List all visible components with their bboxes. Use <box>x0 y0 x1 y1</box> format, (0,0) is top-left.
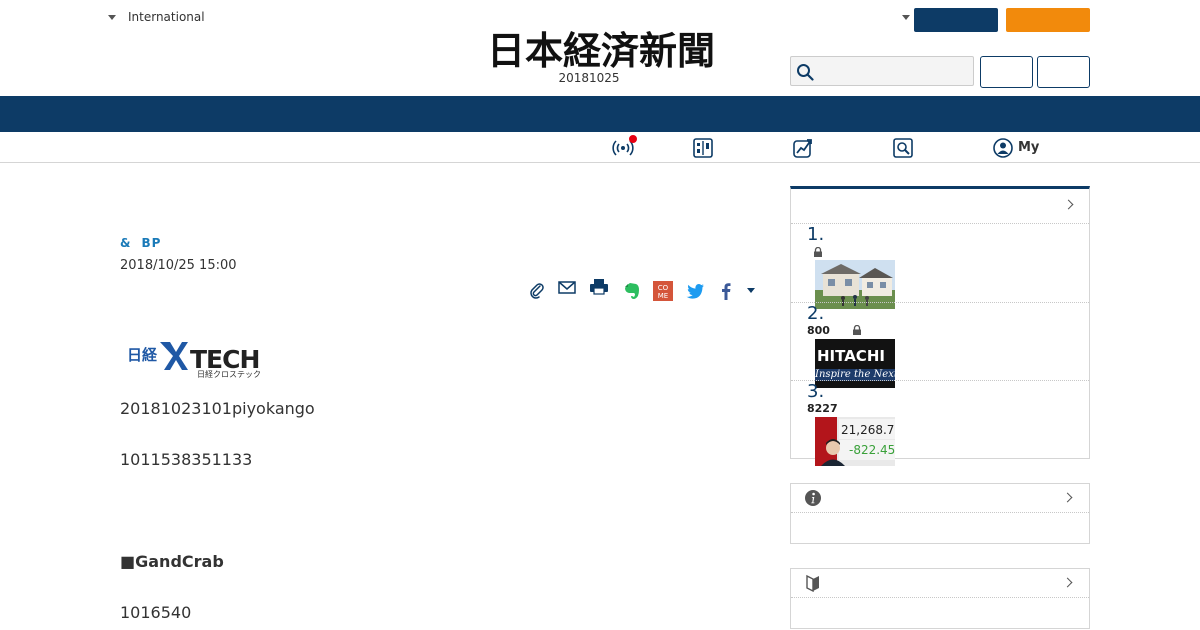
info-header[interactable] <box>791 484 1089 513</box>
thumb-change-text: -822.45 <box>849 443 895 457</box>
search-screen-icon[interactable] <box>892 137 914 159</box>
lock-icon <box>814 247 822 257</box>
login-button[interactable] <box>914 8 998 32</box>
my-page-label[interactable]: My <box>1018 140 1039 155</box>
chart-icon[interactable] <box>792 137 814 159</box>
article-paragraph: 1016540 <box>120 603 192 622</box>
svg-text:日経: 日経 <box>127 346 158 364</box>
info-box <box>790 483 1090 544</box>
article-paragraph: 1011538351133 <box>120 450 253 469</box>
chevron-right-icon <box>1062 492 1073 503</box>
header-button-1[interactable] <box>980 56 1033 88</box>
print-icon[interactable] <box>589 277 609 297</box>
twitter-icon[interactable] <box>685 281 705 301</box>
divider <box>791 302 1089 303</box>
more-caret-icon[interactable] <box>743 286 759 296</box>
account-caret-icon[interactable] <box>902 15 910 20</box>
guide-header[interactable] <box>791 569 1089 598</box>
svg-text:CO: CO <box>658 284 669 292</box>
article-source[interactable]: & BP <box>120 236 161 250</box>
rank-headline[interactable]: 800 <box>807 324 830 337</box>
thumb-brand-text: HITACHI <box>817 347 885 365</box>
guide-box <box>790 568 1090 629</box>
source-part-1: & <box>120 236 132 250</box>
facebook-icon[interactable] <box>716 281 736 301</box>
mail-icon[interactable] <box>557 278 577 298</box>
ranking-thumbnail-3[interactable]: 21,268.73 -822.45 <box>815 417 895 466</box>
rank-number: 1. <box>807 224 825 245</box>
svg-text:ME: ME <box>658 292 668 300</box>
header-button-2[interactable] <box>1037 56 1090 88</box>
beginner-mark-icon <box>806 574 819 592</box>
edition-label: International <box>128 10 205 24</box>
newspaper-icon[interactable] <box>692 137 714 159</box>
svg-text:日経クロステック: 日経クロステック <box>197 369 261 379</box>
source-part-2: BP <box>141 236 162 250</box>
chevron-right-icon <box>1062 577 1073 588</box>
lock-icon <box>853 325 861 335</box>
user-icon[interactable] <box>992 137 1014 159</box>
caret-down-icon <box>108 14 116 20</box>
info-icon <box>805 490 821 506</box>
article-date: 2018/10/25 15:00 <box>120 258 237 273</box>
edition-selector[interactable]: International <box>108 10 205 24</box>
clip-icon[interactable] <box>527 281 547 301</box>
subscribe-button[interactable] <box>1006 8 1090 32</box>
divider <box>791 380 1089 381</box>
svg-text:日本経済新聞: 日本経済新聞 <box>487 28 715 73</box>
search-input[interactable] <box>790 56 974 86</box>
rank-headline[interactable]: 8227 <box>807 402 838 415</box>
notification-dot <box>629 135 637 143</box>
nikkei-logo[interactable]: 日本経済新聞 <box>452 24 750 74</box>
xtech-logo: 日経 TECH 日経クロステック <box>127 342 261 379</box>
article-subheading: ■GandCrab <box>120 552 224 571</box>
main-nav-bar <box>0 96 1200 132</box>
search-icon[interactable] <box>796 63 814 81</box>
divider <box>791 223 1089 224</box>
thumb-tagline-text: Inspire the Next <box>815 369 895 380</box>
come-icon[interactable]: CO ME <box>653 281 673 301</box>
article-paragraph: 20181023101piyokango <box>120 399 315 418</box>
rank-number: 3. <box>807 381 825 402</box>
evernote-icon[interactable] <box>622 281 642 301</box>
edition-date: 20181025 <box>558 71 620 85</box>
chevron-right-icon <box>1063 199 1074 210</box>
rank-number: 2. <box>807 303 825 324</box>
ranking-header[interactable] <box>790 189 1090 225</box>
thumb-index-text: 21,268.73 <box>841 423 895 437</box>
